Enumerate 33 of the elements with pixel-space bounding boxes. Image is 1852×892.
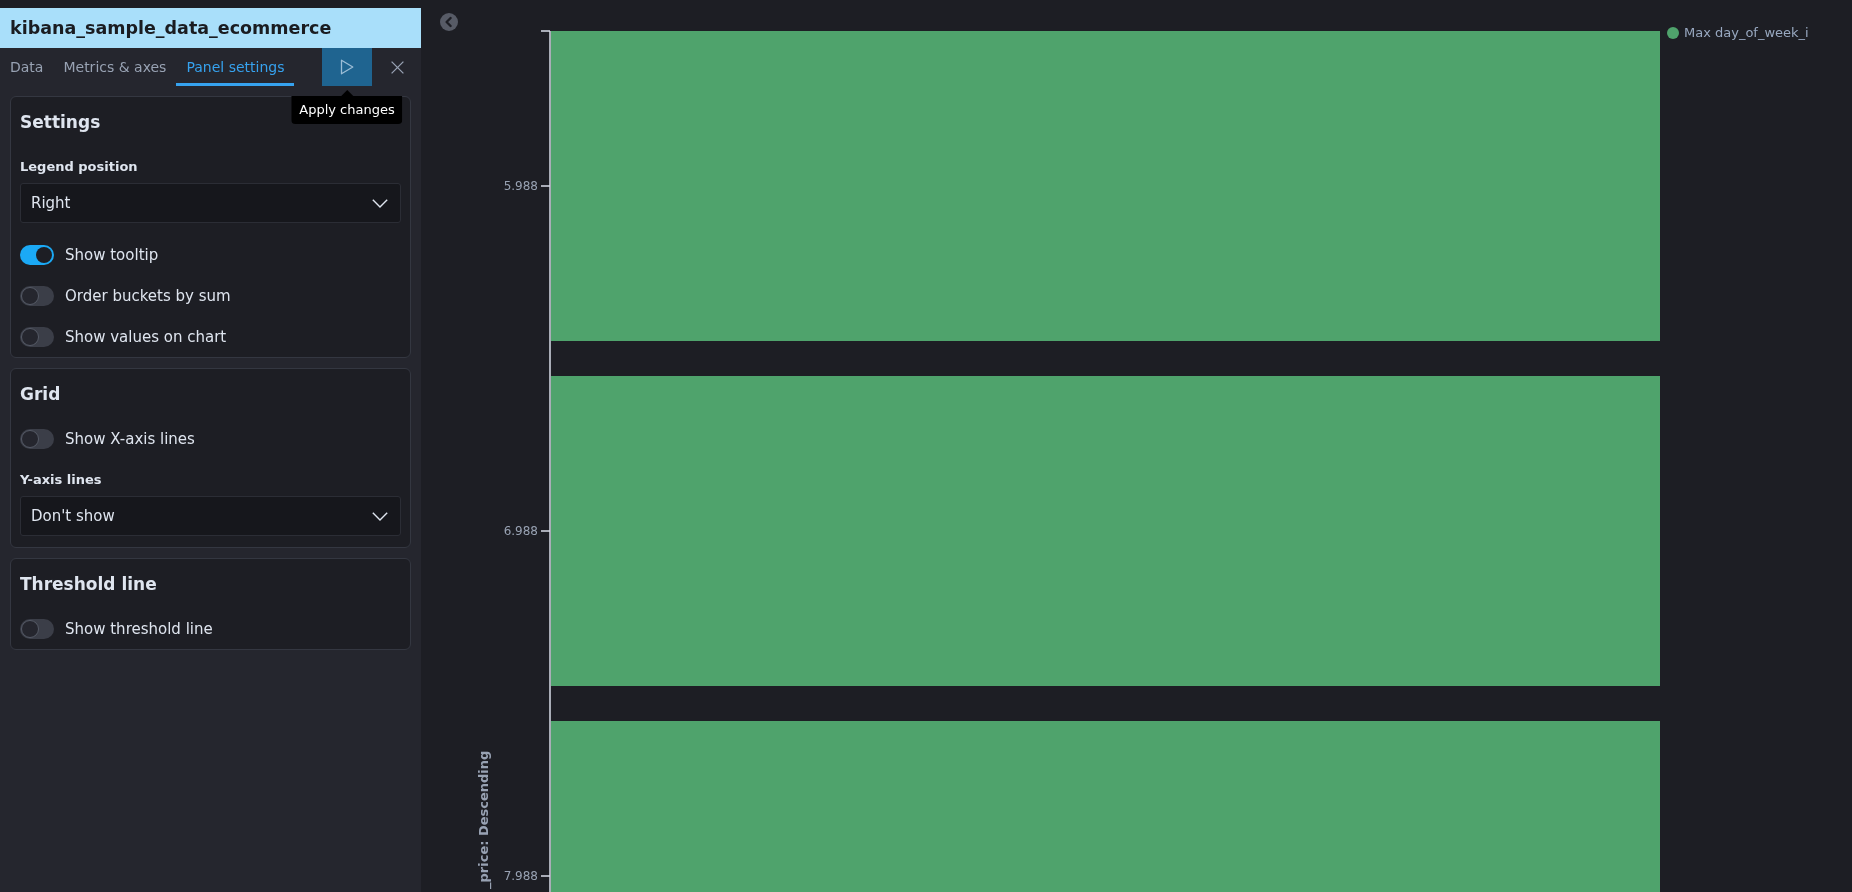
toggle-label: Show threshold line xyxy=(65,620,213,638)
select-field[interactable]: Right xyxy=(20,183,401,223)
toggle-label: Show X-axis lines xyxy=(65,430,195,448)
axis-tick-label: 6.988 xyxy=(503,524,538,538)
section-title: Threshold line xyxy=(20,573,157,596)
tab[interactable]: Data xyxy=(0,48,54,86)
toggle-label: Show values on chart xyxy=(65,328,227,346)
toggle-switch[interactable] xyxy=(20,327,54,347)
chevron-down-icon xyxy=(372,198,388,208)
select-field[interactable]: Don't show xyxy=(20,496,401,536)
chevron-down-icon xyxy=(372,511,388,521)
axis-title: _price: Descending xyxy=(476,750,491,889)
apply-button[interactable] xyxy=(322,48,372,86)
toggle-switch[interactable] xyxy=(20,619,54,639)
play-icon xyxy=(340,59,354,75)
toggle-switch[interactable] xyxy=(20,429,54,449)
toggle-label: Show tooltip xyxy=(65,246,159,264)
toggle-switch[interactable] xyxy=(20,245,54,265)
field-label: Legend position xyxy=(20,158,138,176)
section-title: Settings xyxy=(20,111,101,134)
tab[interactable]: Metrics & axes xyxy=(53,48,177,86)
field-label: Y-axis lines xyxy=(20,471,102,489)
axis-tick-label: 5.988 xyxy=(503,179,538,193)
tooltip: Apply changes xyxy=(291,90,403,124)
tab[interactable]: Panel settings xyxy=(176,48,295,86)
toggle-switch[interactable] xyxy=(20,286,54,306)
panel-title: kibana_sample_data_ecommerce xyxy=(0,8,421,48)
axis-tick-label: 7.988 xyxy=(503,869,538,883)
legend-label[interactable]: Max day_of_week_i xyxy=(1684,25,1809,41)
section-title: Grid xyxy=(20,383,61,406)
close-icon xyxy=(390,60,404,74)
left-chevron-icon[interactable] xyxy=(440,13,458,31)
toggle-label: Order buckets by sum xyxy=(65,287,231,305)
